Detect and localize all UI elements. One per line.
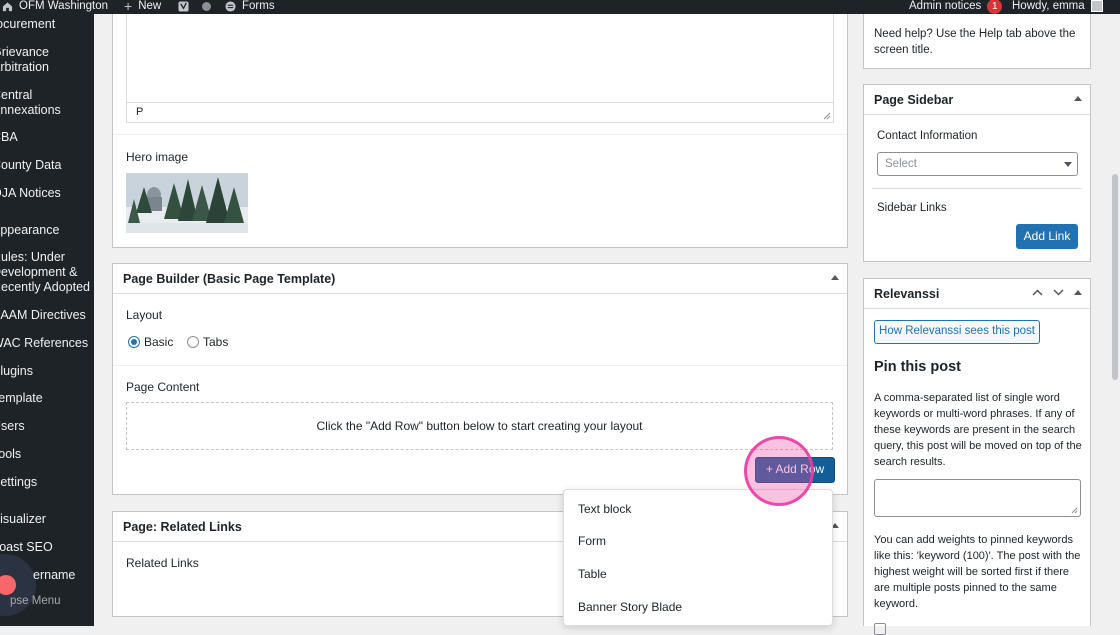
avatar: [1090, 0, 1103, 12]
layout-tabs-label[interactable]: Tabs: [203, 335, 228, 349]
menu-option-table[interactable]: Table: [578, 567, 607, 581]
layout-tabs-radio[interactable]: [187, 336, 199, 348]
menu-item-wac-references[interactable]: WAC References: [0, 336, 94, 351]
hero-image-picture: [126, 173, 248, 233]
menu-item-rules-line3[interactable]: Recently Adopted: [0, 280, 94, 295]
pin-post-description: A comma-separated list of single word ke…: [874, 392, 1082, 468]
chevron-down-icon: [1064, 162, 1072, 167]
resize-handle-icon[interactable]: [823, 112, 831, 120]
menu-item-rules-line1[interactable]: Rules: Under: [0, 250, 94, 265]
page-builder-panel: Page Builder (Basic Page Template) Layou…: [112, 263, 848, 495]
scrollbar-thumb[interactable]: [1112, 174, 1118, 380]
admin-notices-link[interactable]: Admin notices 1: [909, 0, 1003, 14]
menu-item-appearance[interactable]: Appearance: [0, 223, 94, 238]
menu-item-template[interactable]: Template: [0, 391, 94, 406]
admin-notices-label: Admin notices: [909, 0, 982, 12]
menu-item-oja-notices[interactable]: OJA Notices: [0, 186, 94, 201]
site-name: OFM Washington: [19, 0, 109, 12]
page-scrollbar[interactable]: [1110, 14, 1120, 626]
pin-checkbox[interactable]: [874, 623, 886, 635]
contact-info-select[interactable]: Select: [877, 152, 1078, 176]
home-icon: [2, 1, 13, 11]
pin-keywords-textarea[interactable]: [874, 479, 1081, 517]
related-links-title: Page: Related Links: [123, 520, 242, 534]
menu-item-county-data[interactable]: County Data: [0, 158, 94, 173]
collapse-panel-icon[interactable]: [831, 275, 839, 280]
yoast-icon: [178, 0, 189, 12]
relevanssi-header[interactable]: Relevanssi: [864, 279, 1090, 309]
textarea-resize-icon[interactable]: [1071, 507, 1078, 514]
seo-status-dot[interactable]: [202, 0, 211, 14]
my-account-link[interactable]: Howdy, emma: [1012, 0, 1103, 14]
menu-item-username[interactable]: ername: [33, 568, 94, 583]
page-content-label: Page Content: [126, 380, 200, 394]
page-sidebar-header[interactable]: Page Sidebar: [864, 85, 1090, 115]
hero-image[interactable]: [126, 173, 248, 233]
help-text: Need help? Use the Help tab above the sc…: [874, 28, 1076, 56]
click-highlight: [744, 436, 814, 506]
layout-dropzone: Click the "Add Row" button below to star…: [126, 402, 833, 450]
menu-item-cba[interactable]: CBA: [0, 130, 94, 145]
move-up-icon[interactable]: [1032, 289, 1043, 296]
related-links-label: Related Links: [126, 556, 199, 570]
editor-panel: P Hero image: [112, 12, 848, 248]
plus-icon: +: [124, 0, 133, 14]
menu-option-text-block[interactable]: Text block: [578, 502, 631, 516]
relevanssi-title: Relevanssi: [874, 287, 940, 301]
pin-post-heading: Pin this post: [874, 359, 961, 375]
status-dot-icon: [202, 1, 211, 11]
new-label: New: [138, 0, 162, 12]
admin-bar: OFM Washington + New Forms Admin notices…: [0, 0, 1120, 14]
new-content-link[interactable]: + New: [124, 0, 161, 14]
menu-item-saam-directives[interactable]: SAAM Directives: [0, 308, 94, 323]
contact-info-label: Contact Information: [877, 130, 978, 142]
sidebar-links-label: Sidebar Links: [877, 202, 947, 214]
page-sidebar-title: Page Sidebar: [874, 93, 954, 107]
admin-sidebar: rocurement Grievance Arbitration Central…: [0, 14, 94, 626]
menu-item-settings[interactable]: Settings: [0, 475, 94, 490]
forms-label: Forms: [242, 0, 275, 12]
select-placeholder: Select: [885, 158, 917, 170]
menu-item-grievance[interactable]: Grievance: [0, 45, 94, 60]
menu-item-arbitration[interactable]: Arbitration: [0, 60, 94, 75]
relevanssi-panel: Relevanssi How Relevanssi sees this post…: [863, 278, 1091, 635]
menu-item-yoast-seo[interactable]: Yoast SEO: [0, 540, 94, 555]
menu-item-annexations[interactable]: Annexations: [0, 103, 94, 118]
howdy-label: Howdy, emma: [1012, 0, 1085, 12]
forms-menu[interactable]: Forms: [225, 0, 275, 14]
menu-item-rules-line2[interactable]: Development &: [0, 265, 94, 280]
menu-item-tools[interactable]: Tools: [0, 447, 94, 462]
yoast-menu[interactable]: [178, 0, 189, 14]
page-builder-header[interactable]: Page Builder (Basic Page Template): [113, 264, 847, 294]
move-down-icon[interactable]: [1053, 289, 1064, 296]
menu-item-users[interactable]: Users: [0, 419, 94, 434]
layout-basic-label[interactable]: Basic: [144, 335, 173, 349]
hero-image-label: Hero image: [126, 150, 189, 164]
layout-basic-radio[interactable]: [128, 336, 140, 348]
site-name-link[interactable]: OFM Washington: [2, 0, 108, 14]
add-row-menu: Text block Form Table Banner Story Blade: [563, 489, 833, 626]
editor-path: P: [136, 106, 144, 118]
collapse-sidebar-panel-icon[interactable]: [1074, 96, 1082, 101]
how-relevanssi-sees-button[interactable]: How Relevanssi sees this post: [874, 320, 1040, 344]
menu-item-central[interactable]: Central: [0, 88, 94, 103]
menu-item-plugins[interactable]: Plugins: [0, 364, 94, 379]
menu-item-visualizer[interactable]: Visualizer: [0, 512, 94, 527]
page-builder-title: Page Builder (Basic Page Template): [123, 272, 336, 286]
menu-option-banner-story-blade[interactable]: Banner Story Blade: [578, 600, 682, 614]
empty-layout-message: Click the "Add Row" button below to star…: [316, 419, 643, 433]
content-editor[interactable]: P: [126, 13, 834, 123]
layout-label: Layout: [126, 308, 163, 322]
help-box: Need help? Use the Help tab above the sc…: [863, 12, 1091, 69]
notices-count-badge: 1: [987, 0, 1003, 14]
keyword-weights-note: You can add weights to pinned keywords l…: [874, 534, 1081, 610]
menu-item-procurement[interactable]: rocurement: [0, 17, 94, 32]
collapse-menu-button[interactable]: pse Menu: [10, 595, 61, 607]
collapse-relevanssi-icon[interactable]: [1074, 290, 1082, 295]
page-sidebar-panel: Page Sidebar Contact Information Select …: [863, 84, 1091, 262]
forms-icon: [225, 0, 236, 12]
add-link-button[interactable]: Add Link: [1016, 224, 1078, 249]
menu-option-form[interactable]: Form: [578, 534, 606, 548]
